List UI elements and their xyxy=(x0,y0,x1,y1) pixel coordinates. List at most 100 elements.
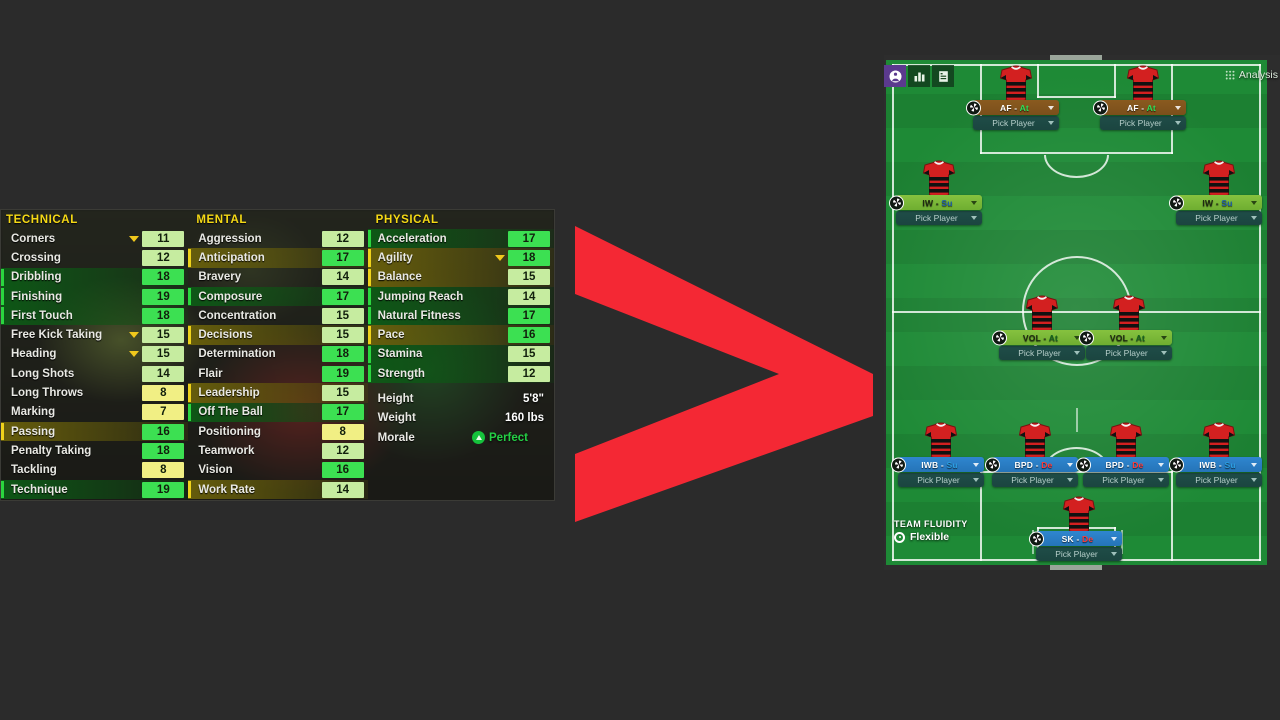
attribute-value: 16 xyxy=(142,423,185,440)
chevron-down-icon[interactable] xyxy=(1161,335,1167,340)
attribute-value: 14 xyxy=(142,365,185,382)
attribute-row: Penalty Taking 18 xyxy=(1,441,188,460)
pick-player-selector[interactable]: Pick Player xyxy=(992,473,1078,487)
chevron-down-icon[interactable] xyxy=(1251,462,1257,467)
chevron-down-icon[interactable] xyxy=(1111,552,1117,556)
player-role-selector[interactable]: BPD - De xyxy=(1076,457,1169,472)
role-badge-icon xyxy=(966,100,981,115)
scroll-nub-bottom[interactable] xyxy=(1050,565,1102,570)
pick-player-selector[interactable]: Pick Player xyxy=(896,211,982,225)
red-chevron-arrow xyxy=(573,226,873,522)
attribute-row: Teamwork 12 xyxy=(188,441,367,460)
chevron-down-icon[interactable] xyxy=(973,478,979,482)
scroll-nub-top[interactable] xyxy=(1050,55,1102,60)
player-role-selector[interactable]: VOL - At xyxy=(1079,330,1172,345)
pick-player-selector[interactable]: Pick Player xyxy=(973,116,1059,130)
player-role-selector[interactable]: BPD - De xyxy=(985,457,1078,472)
attribute-highlight-bar xyxy=(1,249,4,266)
player-position-vol-left[interactable]: VOL - At Pick Player xyxy=(992,293,1085,360)
pick-player-selector[interactable]: Pick Player xyxy=(1176,211,1262,225)
attribute-name: Crossing xyxy=(11,251,61,264)
player-position-af-left[interactable]: AF - At Pick Player xyxy=(966,63,1059,130)
chevron-down-icon[interactable] xyxy=(1175,121,1181,125)
pick-player-selector[interactable]: Pick Player xyxy=(1100,116,1186,130)
player-position-iwb-right[interactable]: IWB - Su Pick Player xyxy=(1169,420,1262,487)
attribute-row: Vision 16 xyxy=(188,461,367,480)
player-position-iw-right[interactable]: IW - Su Pick Player xyxy=(1169,158,1262,225)
chevron-down-icon[interactable] xyxy=(971,200,977,205)
bar-chart-icon[interactable] xyxy=(908,65,930,87)
player-role-label: VOL - At xyxy=(1109,332,1146,343)
attribute-highlight-bar xyxy=(367,230,371,248)
player-role-selector[interactable]: VOL - At xyxy=(992,330,1085,345)
attribute-row: Agility 18 xyxy=(367,248,554,268)
attribute-highlight-bar xyxy=(188,423,191,440)
chevron-down-icon[interactable] xyxy=(971,216,977,220)
player-position-af-right[interactable]: AF - At Pick Player xyxy=(1093,63,1186,130)
chevron-down-icon[interactable] xyxy=(1067,478,1073,482)
chevron-down-icon[interactable] xyxy=(1067,462,1073,467)
chevron-down-icon[interactable] xyxy=(1251,216,1257,220)
attribute-row: Crossing 12 xyxy=(1,248,188,267)
chevron-down-icon[interactable] xyxy=(1158,462,1164,467)
attribute-name: Determination xyxy=(198,348,276,361)
report-list-icon[interactable] xyxy=(932,65,954,87)
chevron-down-icon[interactable] xyxy=(1048,121,1054,125)
player-role-label: VOL - At xyxy=(1022,332,1059,343)
player-role-selector[interactable]: IW - Su xyxy=(1169,195,1262,210)
player-role-selector[interactable]: AF - At xyxy=(1093,100,1186,115)
attribute-value: 15 xyxy=(321,327,364,344)
chevron-down-icon[interactable] xyxy=(1158,478,1164,482)
attribute-name: Heading xyxy=(11,348,57,361)
attribute-row: Natural Fitness 17 xyxy=(367,306,554,326)
attribute-name: Stamina xyxy=(377,348,423,361)
player-kit-icon xyxy=(1202,158,1236,198)
attribute-highlight-bar xyxy=(188,326,192,344)
pick-player-selector[interactable]: Pick Player xyxy=(1036,547,1122,561)
attribute-row: Passing 16 xyxy=(1,421,189,442)
chevron-down-icon[interactable] xyxy=(1251,200,1257,205)
attribute-highlight-bar xyxy=(367,345,371,364)
chevron-down-icon[interactable] xyxy=(1111,536,1117,541)
player-role-selector[interactable]: AF - At xyxy=(966,100,1059,115)
attributes-column-technical: TECHNICAL Corners 11 Crossing 12 Dribbling 18… xyxy=(1,210,189,500)
attribute-row: Composure 17 xyxy=(188,286,368,307)
player-position-bpd-right[interactable]: BPD - De Pick Player xyxy=(1076,420,1169,487)
chevron-down-icon[interactable] xyxy=(1074,351,1080,355)
attribute-value: 16 xyxy=(508,327,550,344)
attribute-row: Pace 16 xyxy=(367,325,554,345)
attribute-name: Flair xyxy=(198,367,223,380)
attribute-highlight-bar xyxy=(1,365,4,382)
attribute-name: Anticipation xyxy=(198,251,265,264)
attribute-name: Bravery xyxy=(198,271,242,284)
player-role-selector[interactable]: SK - De xyxy=(1029,531,1122,546)
pick-player-selector[interactable]: Pick Player xyxy=(1083,473,1169,487)
analysis-button[interactable]: Analysis xyxy=(1221,67,1280,83)
chevron-down-icon[interactable] xyxy=(1161,351,1167,355)
pick-player-selector[interactable]: Pick Player xyxy=(999,346,1085,360)
player-position-iwb-left[interactable]: IWB - Su Pick Player xyxy=(891,420,984,487)
player-role-selector[interactable]: IWB - Su xyxy=(891,457,984,472)
pick-player-selector[interactable]: Pick Player xyxy=(1086,346,1172,360)
chevron-down-icon[interactable] xyxy=(1251,478,1257,482)
player-role-selector[interactable]: IWB - Su xyxy=(1169,457,1262,472)
pick-player-selector[interactable]: Pick Player xyxy=(1176,473,1262,487)
player-role-selector[interactable]: IW - Su xyxy=(889,195,982,210)
player-position-iw-left[interactable]: IW - Su Pick Player xyxy=(889,158,982,225)
chevron-down-icon[interactable] xyxy=(973,462,979,467)
pitch-view-toolbar[interactable] xyxy=(884,65,954,87)
player-position-bpd-left[interactable]: BPD - De Pick Player xyxy=(985,420,1078,487)
player-kit-icon xyxy=(1126,63,1160,103)
pick-player-selector[interactable]: Pick Player xyxy=(898,473,984,487)
attribute-value: 18 xyxy=(142,307,185,324)
attribute-name: Penalty Taking xyxy=(11,444,92,457)
player-position-sk[interactable]: SK - De Pick Player xyxy=(1029,494,1122,561)
attribute-value: 15 xyxy=(508,269,550,286)
attribute-name: Natural Fitness xyxy=(377,309,461,322)
chevron-down-icon[interactable] xyxy=(1048,105,1054,110)
player-info-icon[interactable] xyxy=(884,65,906,87)
attribute-value: 16 xyxy=(321,462,364,479)
attribute-value: 8 xyxy=(321,423,364,440)
player-position-vol-right[interactable]: VOL - At Pick Player xyxy=(1079,293,1172,360)
chevron-down-icon[interactable] xyxy=(1175,105,1181,110)
